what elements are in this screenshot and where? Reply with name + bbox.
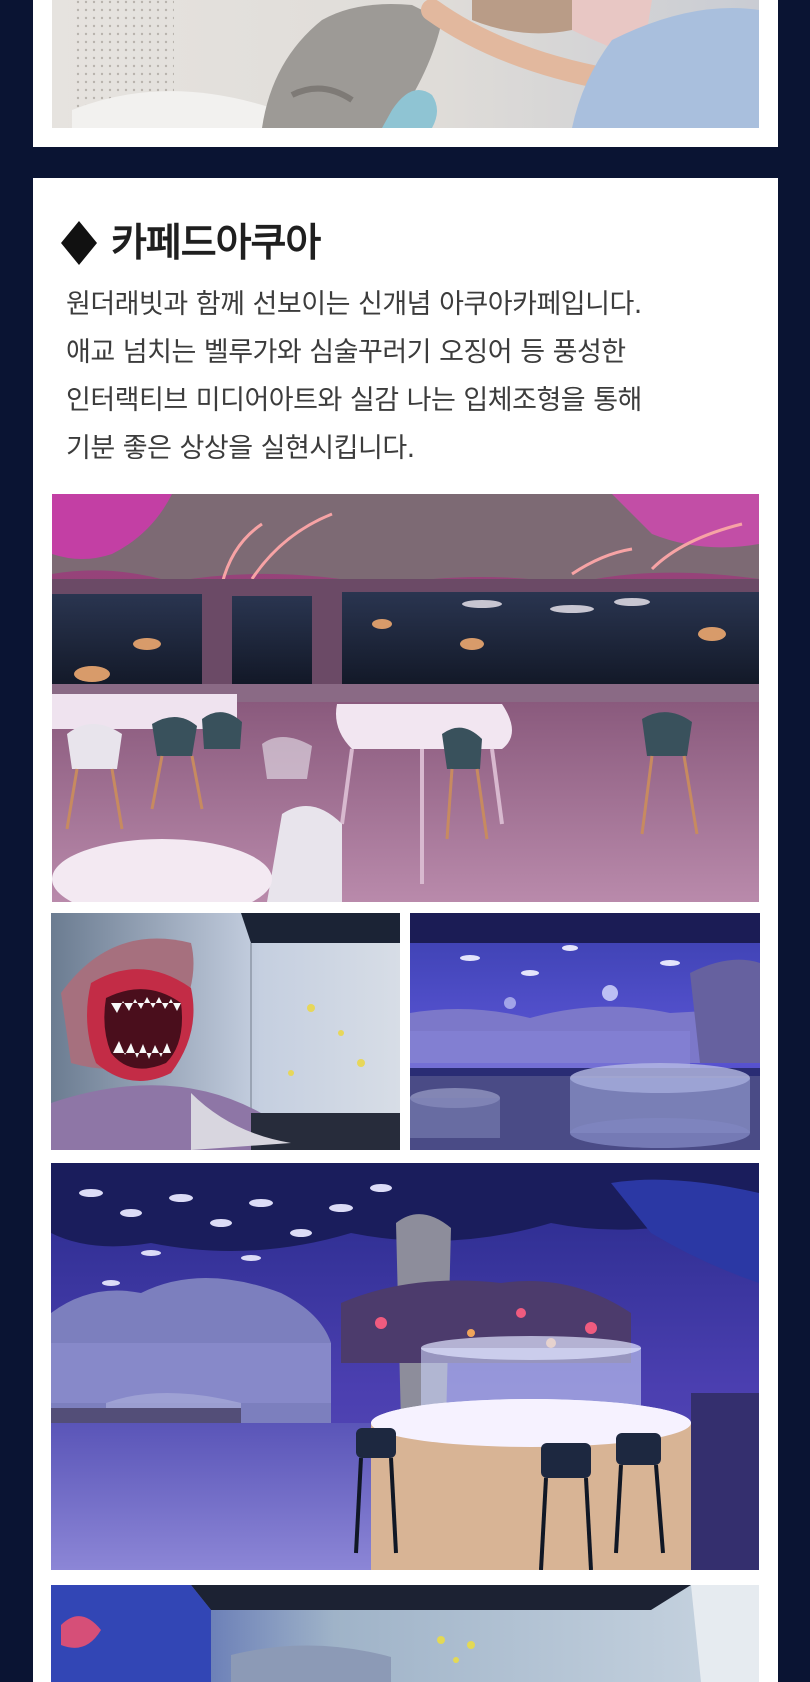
cafe-de-aqua-card: 카페드아쿠아 원더래빗과 함께 선보이는 신개념 아쿠아카페입니다. 애교 넘치… xyxy=(33,178,778,1682)
cafe-interior-photo xyxy=(52,494,759,902)
previous-section-card xyxy=(33,0,778,147)
photo-illustration xyxy=(52,0,759,128)
photo-illustration xyxy=(410,913,760,1150)
description-line: 인터랙티브 미디어아트와 실감 나는 입체조형을 통해 xyxy=(66,385,642,416)
shark-media-art-photo xyxy=(51,913,400,1150)
description-line: 원더래빗과 함께 선보이는 신개념 아쿠아카페입니다. xyxy=(66,289,642,320)
section-title: 카페드아쿠아 xyxy=(111,220,321,266)
diamond-icon xyxy=(61,221,97,265)
aquarium-hall-photo xyxy=(51,1163,759,1570)
photo-illustration xyxy=(52,494,759,902)
previous-section-photo xyxy=(52,0,759,128)
section-description: 원더래빗과 함께 선보이는 신개념 아쿠아카페입니다. 애교 넘치는 벨루가와 … xyxy=(66,281,756,473)
aquarium-tank-photo xyxy=(410,913,760,1150)
photo-illustration xyxy=(51,1585,759,1682)
media-art-room-photo xyxy=(51,1585,759,1682)
description-line: 애교 넘치는 벨루가와 심술꾸러기 오징어 등 풍성한 xyxy=(66,337,626,368)
description-line: 기분 좋은 상상을 실현시킵니다. xyxy=(66,433,415,464)
photo-illustration xyxy=(51,1163,759,1570)
photo-illustration xyxy=(51,913,400,1150)
section-header: 카페드아쿠아 xyxy=(61,216,321,270)
